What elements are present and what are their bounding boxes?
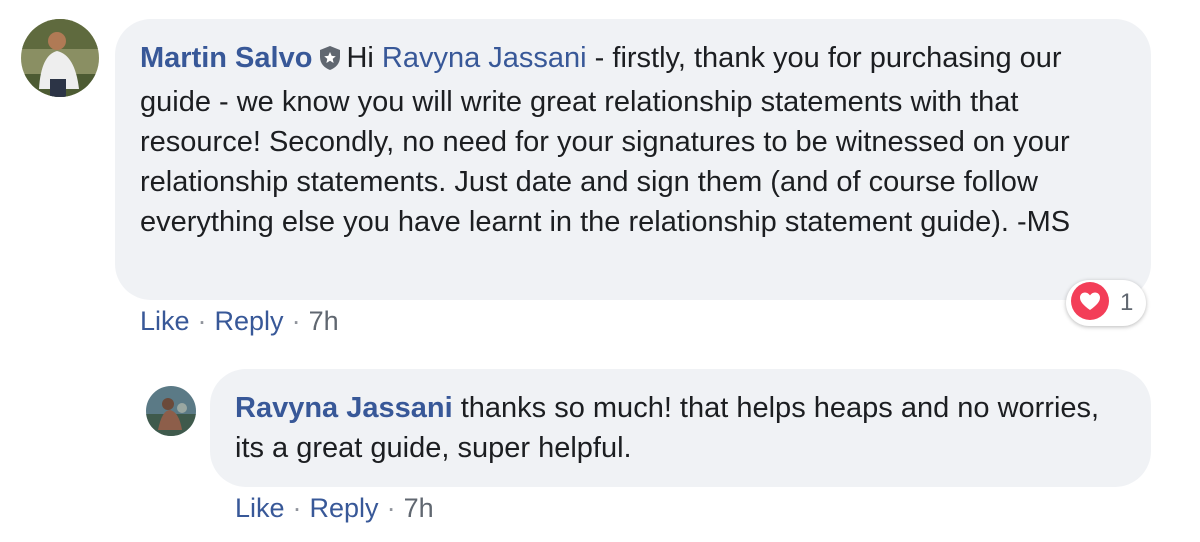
like-button[interactable]: Like (235, 493, 285, 523)
shield-star-icon (318, 42, 342, 82)
separator-dot: · (197, 306, 207, 336)
reaction-count: 1 (1120, 289, 1134, 316)
reply-bubble: Ravyna Jassani thanks so much! that help… (210, 369, 1151, 487)
reply-button[interactable]: Reply (310, 493, 379, 523)
reaction-summary[interactable]: 1 (1066, 280, 1146, 326)
comment-timestamp[interactable]: 7h (309, 306, 339, 336)
comment-bubble: Martin Salvo Hi Ravyna Jassani - firstly,… (115, 19, 1151, 300)
separator-dot: · (386, 493, 396, 523)
separator-dot: · (291, 306, 301, 336)
reply-actions: Like · Reply · 7h (235, 493, 434, 524)
avatar-photo (146, 386, 196, 436)
reply-author-name[interactable]: Ravyna Jassani (235, 392, 453, 424)
heart-icon (1070, 281, 1110, 326)
comment-thread: Martin Salvo Hi Ravyna Jassani - firstly,… (0, 0, 1200, 542)
avatar-photo (21, 19, 99, 97)
comment-author-name[interactable]: Martin Salvo (140, 42, 312, 74)
like-button[interactable]: Like (140, 306, 190, 336)
reply-button[interactable]: Reply (215, 306, 284, 336)
separator-dot: · (292, 493, 302, 523)
avatar-martin-salvo[interactable] (21, 19, 99, 97)
reply-timestamp[interactable]: 7h (404, 493, 434, 523)
avatar-ravyna-jassani[interactable] (146, 386, 196, 436)
comment-actions: Like · Reply · 7h (140, 306, 339, 337)
comment-greeting: Hi (346, 42, 374, 74)
mention-ravyna-jassani[interactable]: Ravyna Jassani (382, 42, 587, 74)
